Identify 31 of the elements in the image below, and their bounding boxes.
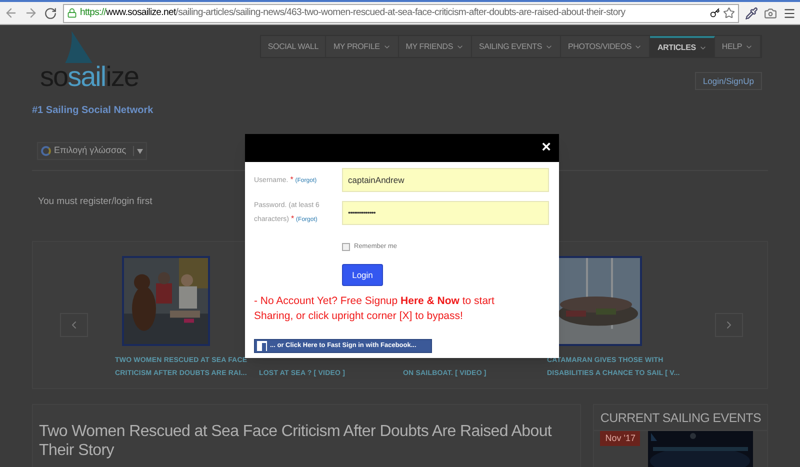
nav-tab[interactable]: MY PROFILE (326, 36, 399, 57)
notice-text: You must register/login first (38, 195, 152, 209)
eyedropper-icon[interactable] (745, 6, 758, 20)
reload-icon[interactable] (44, 6, 57, 20)
lock-icon (67, 8, 77, 18)
menu-icon[interactable] (783, 6, 796, 20)
forward-icon[interactable] (24, 6, 38, 20)
close-button[interactable]: × (542, 140, 551, 156)
nav-tab[interactable]: SAILING EVENTS (472, 36, 561, 57)
logo-tagline: #1 Sailing Social Network (32, 104, 154, 118)
key-icon[interactable] (710, 8, 720, 18)
event-date-badge: Nov '17 (600, 431, 640, 446)
dropdown-caret-icon (137, 148, 144, 154)
username-field[interactable]: captainAndrew (342, 168, 549, 192)
nav-tab[interactable]: SOCIAL WALL (260, 36, 326, 57)
nav-tab[interactable]: MY FRIENDS (398, 36, 472, 57)
address-bar[interactable]: https://www.sosailize.net/sailing-articles/sailing-news/463-two-women-rescued-at-sea-face-criticism-after-doubts-are-raised-about-their-story (63, 4, 739, 22)
facebook-icon (257, 341, 267, 351)
nav-tab[interactable]: HELP (714, 36, 761, 57)
login-signup-button[interactable]: Login/SignUp (694, 72, 762, 90)
back-icon[interactable] (4, 6, 18, 20)
star-icon[interactable] (723, 7, 735, 19)
language-select[interactable]: Επιλογή γλώσσας (37, 142, 148, 160)
google-icon (41, 146, 51, 156)
camera-icon[interactable] (764, 6, 777, 20)
article-title: Two Women Rescued at Sea Face Criticism After Doubts Are Raised About Their Story (39, 422, 553, 460)
url-text: https://www.sosailize.net/sailing-articles/sailing-news/463-two-women-rescued-at-sea-face-criticism-after-doubts-are-raised-about-their-story (80, 6, 626, 20)
login-button[interactable]: Login (342, 264, 383, 286)
remember-checkbox[interactable] (342, 243, 350, 251)
signup-message: - No Account Yet? Free Signup Here & Now to start Sharing, or click upright corner [X] to bypass! (254, 294, 496, 324)
nav-tab[interactable]: ARTICLES (650, 36, 715, 57)
